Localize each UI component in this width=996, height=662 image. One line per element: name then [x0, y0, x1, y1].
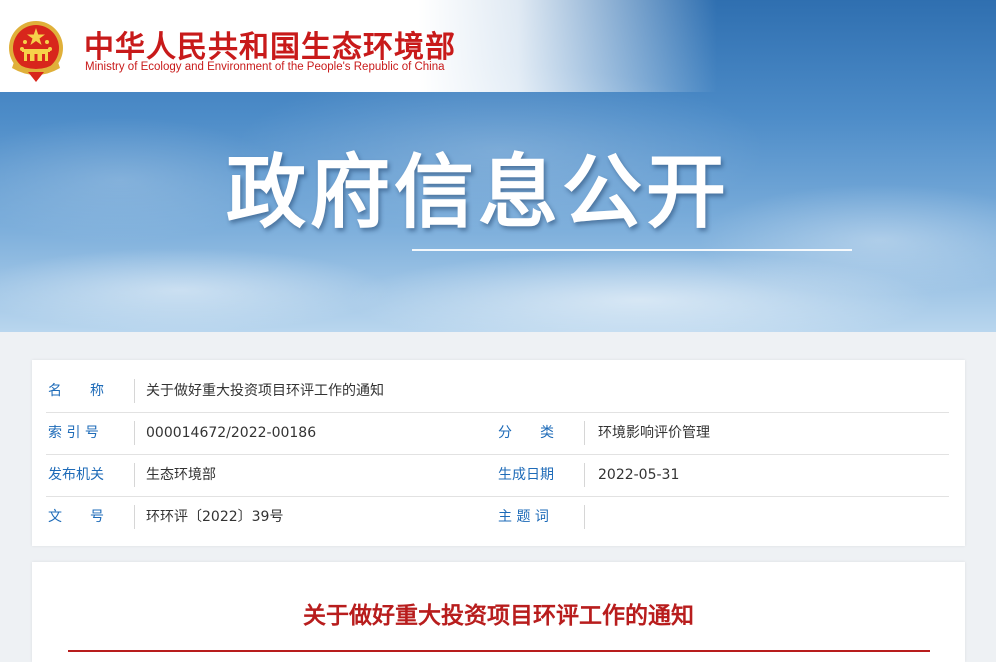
info-divider: [584, 463, 585, 487]
article-title: 关于做好重大投资项目环评工作的通知: [303, 603, 694, 629]
info-label: 生成日期: [498, 467, 554, 483]
info-value: 生态环境部: [146, 467, 216, 483]
info-divider: [584, 505, 585, 529]
info-value: 000014672/2022-00186: [146, 425, 317, 441]
info-label: 文 号: [48, 509, 104, 525]
info-row-name: 名 称 关于做好重大投资项目环评工作的通知: [46, 370, 949, 413]
info-value: 2022-05-31: [598, 467, 680, 483]
national-emblem-icon[interactable]: [6, 18, 66, 84]
info-label: 主 题 词: [498, 509, 549, 525]
ministry-name-cn[interactable]: 中华人民共和国生态环境部: [84, 22, 456, 66]
info-divider: [134, 463, 135, 487]
banner-divider: [412, 249, 852, 251]
info-label: 分 类: [498, 425, 554, 441]
info-value: 环境影响评价管理: [598, 425, 710, 441]
info-divider: [134, 379, 135, 403]
site-header: 中华人民共和国生态环境部 Ministry of Ecology and Env…: [0, 0, 996, 92]
info-label: 索 引 号: [48, 425, 99, 441]
info-divider: [584, 421, 585, 445]
article-title-rule: [68, 650, 930, 652]
info-divider: [134, 421, 135, 445]
info-label: 发布机关: [48, 467, 104, 483]
document-info-card: 名 称 关于做好重大投资项目环评工作的通知 索 引 号 000014672/20…: [32, 360, 965, 546]
header-banner: 中华人民共和国生态环境部 Ministry of Ecology and Env…: [0, 0, 996, 332]
info-divider: [134, 505, 135, 529]
info-value: 关于做好重大投资项目环评工作的通知: [146, 383, 384, 399]
info-row-issuer: 发布机关 生态环境部 生成日期 2022-05-31: [46, 454, 949, 497]
article-card: 关于做好重大投资项目环评工作的通知: [32, 562, 965, 662]
info-row-docnum: 文 号 环环评〔2022〕39号 主 题 词: [46, 496, 949, 538]
ministry-name-en[interactable]: Ministry of Ecology and Environment of t…: [85, 61, 445, 73]
info-row-index: 索 引 号 000014672/2022-00186 分 类 环境影响评价管理: [46, 412, 949, 455]
banner-title: 政府信息公开: [226, 146, 730, 239]
info-label: 名 称: [48, 383, 104, 399]
info-value: 环环评〔2022〕39号: [146, 509, 284, 525]
